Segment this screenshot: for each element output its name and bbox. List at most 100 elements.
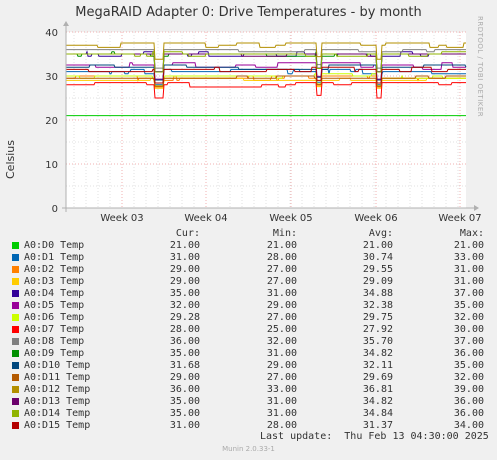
series-name: A0:D9 Temp (24, 348, 85, 359)
series-avg: 34.88 (362, 288, 393, 299)
chart-title: MegaRAID Adapter 0: Drive Temperatures -… (75, 5, 422, 20)
legend-row: A0:D5 Temp 32.00 29.00 32.38 35.00 (12, 300, 484, 312)
series-min: 25.00 (266, 324, 297, 335)
series-max: 36.00 (453, 408, 484, 419)
series-name: A0:D8 Temp (24, 336, 85, 347)
munin-version: Munin 2.0.33-1 (222, 445, 275, 453)
col-avg-header: Avg: (368, 228, 393, 239)
series-cur: 35.00 (169, 288, 200, 299)
legend-row: A0:D13 Temp 35.00 31.00 34.82 36.00 (12, 396, 484, 408)
legend-swatch (12, 398, 19, 405)
series-avg: 32.11 (362, 360, 393, 371)
legend-swatch (12, 422, 19, 429)
legend-row: A0:D12 Temp 36.00 33.00 36.81 39.00 (12, 384, 484, 396)
series-avg: 35.70 (362, 336, 393, 347)
legend-swatch (12, 242, 19, 249)
y-tick-label: 30 (45, 72, 58, 83)
legend-swatch (12, 290, 19, 297)
series-min: 31.00 (266, 348, 297, 359)
series-name: A0:D15 Temp (24, 420, 91, 431)
series-max: 35.00 (453, 360, 484, 371)
series-avg: 30.74 (362, 252, 393, 263)
legend-swatch (12, 374, 19, 381)
series-cur: 31.00 (169, 420, 200, 431)
series-cur: 31.68 (169, 360, 200, 371)
rrdtool-credit: RRDTOOL / TOBI OETIKER (476, 16, 484, 118)
legend-swatch (12, 362, 19, 369)
legend-row: A0:D0 Temp 21.00 21.00 21.00 21.00 (12, 240, 484, 252)
legend-swatch (12, 326, 19, 333)
series-name: A0:D13 Temp (24, 396, 91, 407)
series-min: 21.00 (266, 240, 297, 251)
series-max: 37.00 (453, 288, 484, 299)
series-max: 30.00 (453, 324, 484, 335)
series-avg: 29.09 (362, 276, 393, 287)
legend-row: A0:D7 Temp 28.00 25.00 27.92 30.00 (12, 324, 484, 336)
series-name: A0:D6 Temp (24, 312, 85, 323)
x-tick-label: Week 06 (354, 213, 397, 224)
legend-row: A0:D2 Temp 29.00 27.00 29.55 31.00 (12, 264, 484, 276)
legend-row: A0:D8 Temp 36.00 32.00 35.70 37.00 (12, 336, 484, 348)
legend-row: A0:D11 Temp 29.00 27.00 29.69 32.00 (12, 372, 484, 384)
series-max: 21.00 (453, 240, 484, 251)
series-avg: 27.92 (362, 324, 393, 335)
series-max: 32.00 (453, 312, 484, 323)
series-avg: 29.69 (362, 372, 393, 383)
series-min: 31.00 (266, 396, 297, 407)
series-min: 29.00 (266, 300, 297, 311)
series-min: 27.00 (266, 372, 297, 383)
legend-swatch (12, 386, 19, 393)
x-tick-label: Week 05 (269, 213, 312, 224)
series-max: 32.00 (453, 372, 484, 383)
legend-header-row: Cur: Min: Avg: Max: (12, 228, 484, 240)
legend-swatch (12, 350, 19, 357)
series-max: 36.00 (453, 348, 484, 359)
series-name: A0:D14 Temp (24, 408, 91, 419)
series-cur: 29.00 (169, 372, 200, 383)
series-max: 31.00 (453, 276, 484, 287)
series-min: 27.00 (266, 276, 297, 287)
y-axis-arrow (63, 21, 69, 26)
series-avg: 36.81 (362, 384, 393, 395)
series-name: A0:D0 Temp (24, 240, 85, 251)
series-name: A0:D12 Temp (24, 384, 91, 395)
series-avg: 34.82 (362, 396, 393, 407)
legend-row: A0:D4 Temp 35.00 31.00 34.88 37.00 (12, 288, 484, 300)
series-avg: 29.75 (362, 312, 393, 323)
series-avg: 32.38 (362, 300, 393, 311)
series-name: A0:D10 Temp (24, 360, 91, 371)
x-tick-label: Week 04 (184, 213, 227, 224)
series-avg: 34.82 (362, 348, 393, 359)
series-cur: 36.00 (169, 336, 200, 347)
col-min-header: Min: (272, 228, 297, 239)
legend-row: A0:D9 Temp 35.00 31.00 34.82 36.00 (12, 348, 484, 360)
y-tick-label: 10 (45, 160, 58, 171)
x-tick-label: Week 03 (100, 213, 143, 224)
legend-row: A0:D14 Temp 35.00 31.00 34.84 36.00 (12, 408, 484, 420)
series-cur: 29.00 (169, 264, 200, 275)
legend-row: A0:D10 Temp 31.68 29.00 32.11 35.00 (12, 360, 484, 372)
series-cur: 35.00 (169, 408, 200, 419)
series-min: 32.00 (266, 336, 297, 347)
series-max: 33.00 (453, 252, 484, 263)
series-cur: 35.00 (169, 348, 200, 359)
series-name: A0:D4 Temp (24, 288, 85, 299)
legend-swatch (12, 410, 19, 417)
x-tick-label: Week 07 (438, 213, 481, 224)
y-axis-label: Celsius (4, 140, 17, 179)
series-min: 27.00 (266, 264, 297, 275)
legend-swatch (12, 278, 19, 285)
col-max-header: Max: (459, 228, 484, 239)
series-name: A0:D2 Temp (24, 264, 85, 275)
y-tick-label: 40 (45, 28, 58, 39)
series-avg: 29.55 (362, 264, 393, 275)
series-avg: 21.00 (362, 240, 393, 251)
series-max: 37.00 (453, 336, 484, 347)
x-axis-arrow (474, 205, 479, 211)
series-cur: 35.00 (169, 396, 200, 407)
series-min: 31.00 (266, 288, 297, 299)
series-max: 31.00 (453, 264, 484, 275)
series-cur: 36.00 (169, 384, 200, 395)
last-update: Last update: Thu Feb 13 04:30:00 2025 (260, 431, 489, 442)
col-cur-header: Cur: (175, 228, 200, 239)
